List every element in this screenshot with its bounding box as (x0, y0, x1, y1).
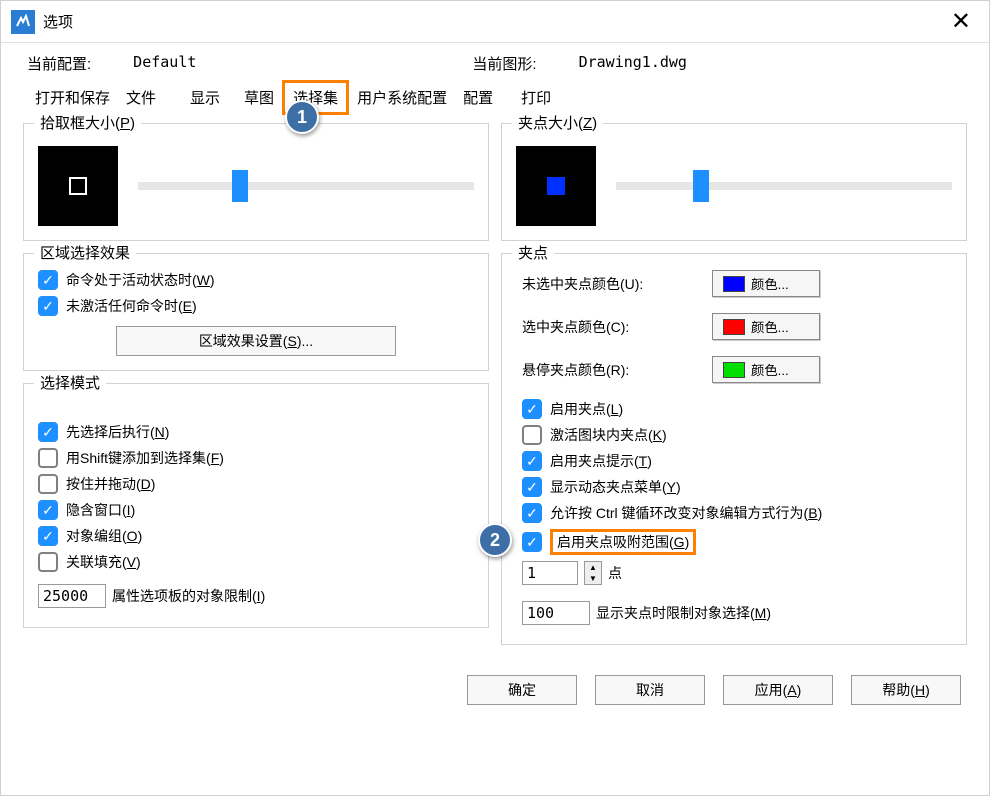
check-assoc-hatch[interactable] (38, 552, 58, 572)
check-block-grips[interactable] (522, 425, 542, 445)
pickbox-slider-handle[interactable] (232, 170, 248, 202)
pickbox-slider[interactable] (138, 170, 474, 202)
hover-color-swatch (723, 362, 745, 378)
prop-limit-label: 属性选项板的对象限制(I) (112, 586, 265, 606)
right-column: 夹点大小(Z) 夹点 未选中夹点颜色(U): 颜色... (501, 123, 967, 657)
options-dialog: 选项 ✕ 当前配置: Default 当前图形: Drawing1.dwg 打开… (0, 0, 990, 796)
check-no-cmd[interactable] (38, 296, 58, 316)
check-block-grips-label: 激活图块内夹点(K) (550, 425, 667, 445)
tab-file[interactable]: 文件 (118, 80, 164, 115)
sel-color-label: 选中夹点颜色(C): (522, 317, 712, 337)
marker-2: 2 (478, 523, 512, 557)
check-grip-tips[interactable] (522, 451, 542, 471)
header-info: 当前配置: Default 当前图形: Drawing1.dwg (1, 43, 989, 80)
snap-range-input[interactable] (522, 561, 578, 585)
gripsize-title: 夹点大小(Z) (512, 112, 603, 133)
gripsize-preview-square (547, 177, 565, 195)
check-ctrl-cycle[interactable] (522, 503, 542, 523)
gripsize-slider[interactable] (616, 170, 952, 202)
left-column: 拾取框大小(P) 区域选择效果 命令处于活动状态时(W) (23, 123, 489, 657)
spinner-up[interactable]: ▲ (585, 562, 601, 573)
check-dyn-menu-label: 显示动态夹点菜单(Y) (550, 477, 681, 497)
check-cmd-active[interactable] (38, 270, 58, 290)
check-press-drag-label: 按住并拖动(D) (66, 474, 155, 494)
pickbox-preview (38, 146, 118, 226)
grips-group: 夹点 未选中夹点颜色(U): 颜色... 选中夹点颜色(C): 颜色... 悬停… (501, 253, 967, 645)
check-object-group-label: 对象编组(O) (66, 526, 142, 546)
tab-user-pref[interactable]: 用户系统配置 (349, 80, 455, 115)
check-press-drag[interactable] (38, 474, 58, 494)
pickbox-preview-square (69, 177, 87, 195)
marker-1: 1 (285, 100, 319, 134)
tabs: 打开和保存 文件 显示 草图 选择集 用户系统配置 配置 打印 1 (1, 80, 989, 115)
ok-button[interactable]: 确定 (467, 675, 577, 705)
snap-range-spinner[interactable]: ▲▼ (584, 561, 602, 585)
check-no-cmd-label: 未激活任何命令时(E) (66, 296, 197, 316)
check-dyn-menu[interactable] (522, 477, 542, 497)
check-noun-verb-label: 先选择后执行(N) (66, 422, 169, 442)
tab-open-save[interactable]: 打开和保存 (27, 80, 118, 115)
profile-value: Default (133, 53, 196, 74)
drawing-label: 当前图形: (472, 53, 536, 74)
check-grip-tips-label: 启用夹点提示(T) (550, 451, 652, 471)
gripsize-slider-handle[interactable] (693, 170, 709, 202)
check-object-group[interactable] (38, 526, 58, 546)
tab-draft[interactable]: 草图 (236, 80, 282, 115)
check-ctrl-cycle-label: 允许按 Ctrl 键循环改变对象编辑方式行为(B) (550, 503, 822, 523)
help-button[interactable]: 帮助(H) (851, 675, 961, 705)
cancel-button[interactable]: 取消 (595, 675, 705, 705)
check-grip-snap[interactable] (522, 532, 542, 552)
grips-title: 夹点 (512, 242, 554, 263)
tab-display[interactable]: 显示 (182, 80, 228, 115)
check-cmd-active-label: 命令处于活动状态时(W) (66, 270, 215, 290)
hover-color-label: 悬停夹点颜色(R): (522, 360, 712, 380)
check-implied-window[interactable] (38, 500, 58, 520)
snap-range-unit: 点 (608, 563, 622, 583)
app-icon (11, 10, 35, 34)
check-enable-grips-label: 启用夹点(L) (550, 399, 623, 419)
window-title: 选项 (43, 11, 73, 32)
selection-modes-group: 选择模式 先选择后执行(N) 用Shift键添加到选择集(F) 按住并拖动(D)… (23, 383, 489, 628)
check-grip-snap-label: 启用夹点吸附范围(G) (550, 529, 696, 555)
area-settings-button[interactable]: 区域效果设置(S)... (116, 326, 396, 356)
prop-limit-input[interactable] (38, 584, 106, 608)
footer-buttons: 确定 取消 应用(A) 帮助(H) (1, 657, 989, 723)
sel-color-button[interactable]: 颜色... (712, 313, 820, 340)
area-selection-title: 区域选择效果 (34, 242, 136, 263)
tab-config[interactable]: 配置 (455, 80, 501, 115)
area-selection-group: 区域选择效果 命令处于活动状态时(W) 未激活任何命令时(E) 区域效果设置(S… (23, 253, 489, 371)
grip-limit-input[interactable] (522, 601, 590, 625)
close-button[interactable]: ✕ (943, 7, 979, 36)
gripsize-preview (516, 146, 596, 226)
spinner-down[interactable]: ▼ (585, 573, 601, 584)
sel-color-swatch (723, 319, 745, 335)
gripsize-group: 夹点大小(Z) (501, 123, 967, 241)
drawing-value: Drawing1.dwg (579, 53, 687, 74)
unsel-color-button[interactable]: 颜色... (712, 270, 820, 297)
hover-color-button[interactable]: 颜色... (712, 356, 820, 383)
unsel-color-label: 未选中夹点颜色(U): (522, 274, 712, 294)
selection-modes-title: 选择模式 (34, 372, 106, 393)
pickbox-title: 拾取框大小(P) (34, 112, 141, 133)
apply-button[interactable]: 应用(A) (723, 675, 833, 705)
check-noun-verb[interactable] (38, 422, 58, 442)
titlebar: 选项 ✕ (1, 1, 989, 43)
tab-print[interactable]: 打印 (513, 80, 559, 115)
check-shift-add[interactable] (38, 448, 58, 468)
unsel-color-swatch (723, 276, 745, 292)
pickbox-group: 拾取框大小(P) (23, 123, 489, 241)
check-shift-add-label: 用Shift键添加到选择集(F) (66, 448, 224, 468)
check-implied-window-label: 隐含窗口(I) (66, 500, 135, 520)
grip-limit-label: 显示夹点时限制对象选择(M) (596, 603, 771, 623)
check-assoc-hatch-label: 关联填充(V) (66, 552, 141, 572)
profile-label: 当前配置: (27, 53, 91, 74)
check-enable-grips[interactable] (522, 399, 542, 419)
